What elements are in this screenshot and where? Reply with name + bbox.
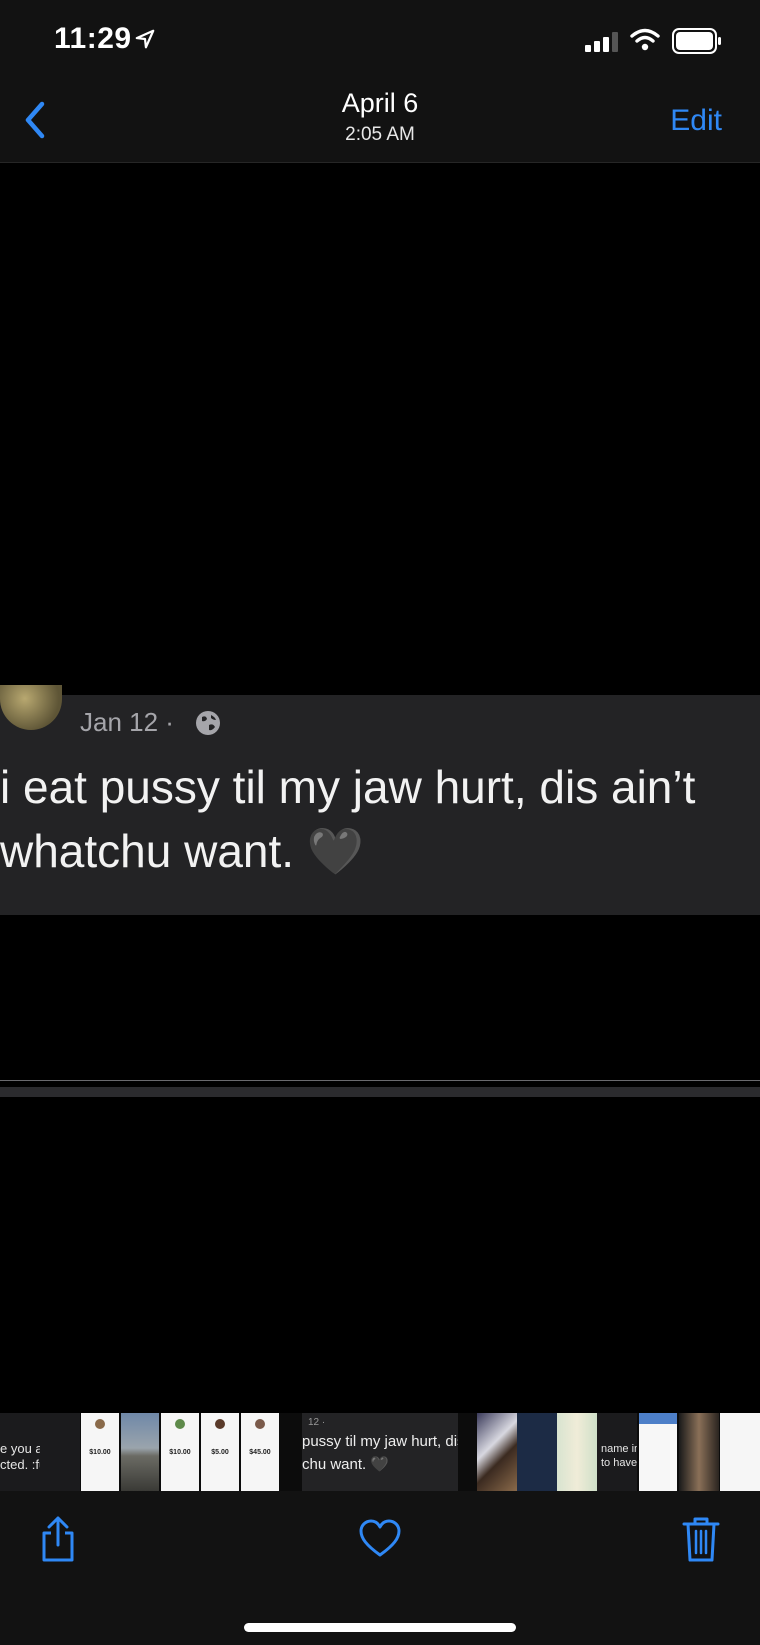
thumbnail[interactable]: $10.00 — [161, 1413, 199, 1491]
payment-amount: $45.00 — [249, 1449, 271, 1456]
thumbnail[interactable]: $10.00 — [81, 1413, 119, 1491]
thumbnail[interactable]: e you au, you cted. :fully😔 — [0, 1413, 40, 1491]
thumbnail-document[interactable] — [720, 1413, 760, 1491]
thumbnail-text: cted. :fully😔 — [0, 1457, 40, 1472]
thumbnail-webpage[interactable] — [639, 1413, 677, 1491]
post-text-line-2: whatchu want. 🖤 — [0, 825, 365, 877]
thumbnail-current[interactable]: 12 · pussy til my jaw hurt, dis chu want… — [302, 1413, 458, 1491]
photo-viewer[interactable]: Jan 12 · i eat pussy til my jaw hurt, di… — [0, 163, 760, 1413]
post-date: Jan 12 · — [80, 707, 174, 737]
status-time: 11:29 — [54, 22, 132, 55]
thumbnail-post-date: 12 · — [308, 1417, 326, 1428]
thumbnail[interactable]: $5.00 — [201, 1413, 239, 1491]
battery-icon — [672, 28, 721, 54]
location-arrow-icon — [135, 29, 155, 49]
divider-band — [0, 1087, 760, 1097]
photo-timestamp: 2:05 AM — [345, 124, 415, 145]
thumbnail-text: e you au, you — [0, 1441, 40, 1456]
page-title: April 6 — [341, 88, 419, 118]
heart-icon[interactable] — [358, 1519, 402, 1559]
avatar — [0, 685, 62, 730]
share-icon[interactable] — [38, 1515, 78, 1563]
payment-amount: $10.00 — [169, 1449, 191, 1456]
thumbnail-post-text: chu want. 🖤 — [302, 1456, 390, 1473]
edit-button[interactable]: Edit — [670, 104, 722, 138]
wifi-icon — [630, 28, 660, 51]
thumbnail[interactable] — [40, 1413, 80, 1491]
post-text: i eat pussy til my jaw hurt, dis ain’t w… — [0, 755, 760, 883]
payment-amount: $10.00 — [89, 1449, 111, 1456]
home-indicator[interactable] — [244, 1623, 516, 1632]
cellular-signal-icon — [585, 32, 618, 52]
thumbnail-photo[interactable] — [679, 1413, 719, 1491]
bottom-toolbar — [0, 1491, 760, 1645]
payment-avatar — [255, 1419, 265, 1429]
thumbnail-text: name in — [601, 1443, 637, 1455]
payment-avatar — [95, 1419, 105, 1429]
thumbnail[interactable]: $45.00 — [241, 1413, 279, 1491]
payment-amount: $5.00 — [211, 1449, 229, 1456]
divider — [0, 1080, 760, 1081]
thumbnail-photo[interactable] — [121, 1413, 159, 1491]
status-bar: 11:29 — [0, 0, 760, 80]
nav-bar: April 6 2:05 AM Edit — [0, 80, 760, 163]
thumbnail-photo[interactable] — [477, 1413, 517, 1491]
globe-icon — [196, 711, 220, 735]
thumbnail-strip[interactable]: e you au, you cted. :fully😔 $10.00 $10.0… — [0, 1413, 760, 1491]
thumbnail-post-text: pussy til my jaw hurt, dis — [302, 1433, 458, 1450]
payment-avatar — [215, 1419, 225, 1429]
post-text-line-1: i eat pussy til my jaw hurt, dis ain’t — [0, 761, 696, 813]
payment-avatar — [175, 1419, 185, 1429]
post-screenshot: Jan 12 · i eat pussy til my jaw hurt, di… — [0, 685, 760, 915]
thumbnail-map[interactable] — [557, 1413, 597, 1491]
thumbnail[interactable]: name in to have — [597, 1413, 637, 1491]
thumbnail-photo[interactable] — [517, 1413, 557, 1491]
trash-icon[interactable] — [682, 1515, 720, 1563]
thumbnail-text: to have — [601, 1457, 637, 1469]
